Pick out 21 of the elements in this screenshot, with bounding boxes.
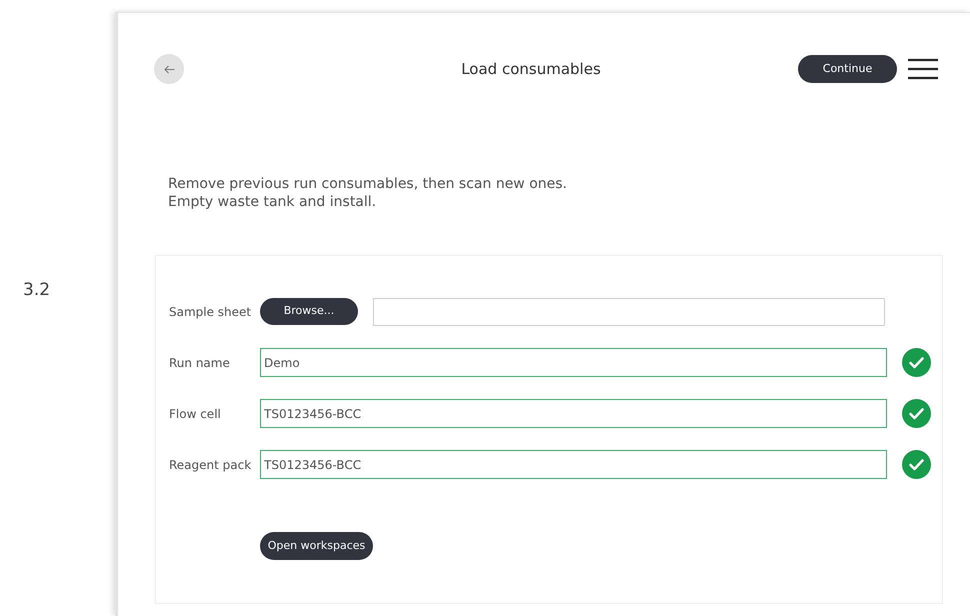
file-path-field[interactable] [373, 298, 885, 326]
field-label: Reagent pack [169, 456, 252, 474]
instruction-text: Remove previous run consumables, then scan new ones. [168, 175, 568, 193]
open-workspaces-button[interactable]: Open workspaces [260, 532, 373, 560]
menu-icon[interactable] [908, 58, 938, 80]
field-label: Run name [169, 354, 231, 372]
field-label: Sample sheet [169, 304, 252, 320]
browse-button[interactable]: Browse... [260, 298, 358, 325]
check-icon [902, 348, 931, 377]
text-field[interactable]: TS0123456-BCC [260, 399, 887, 428]
check-icon [902, 399, 931, 428]
check-icon [902, 450, 931, 479]
page-title: Load consumables [461, 58, 601, 80]
text-field[interactable]: Demo [260, 348, 887, 377]
instruction-text: Empty waste tank and install. [168, 193, 378, 211]
back-button[interactable] [154, 54, 184, 84]
continue-button[interactable]: Continue [798, 55, 897, 83]
field-label: Flow cell [169, 406, 222, 422]
text-field[interactable]: TS0123456-BCC [260, 450, 887, 479]
back-arrow-icon [164, 64, 174, 74]
step-number: 3.2 [23, 280, 50, 300]
